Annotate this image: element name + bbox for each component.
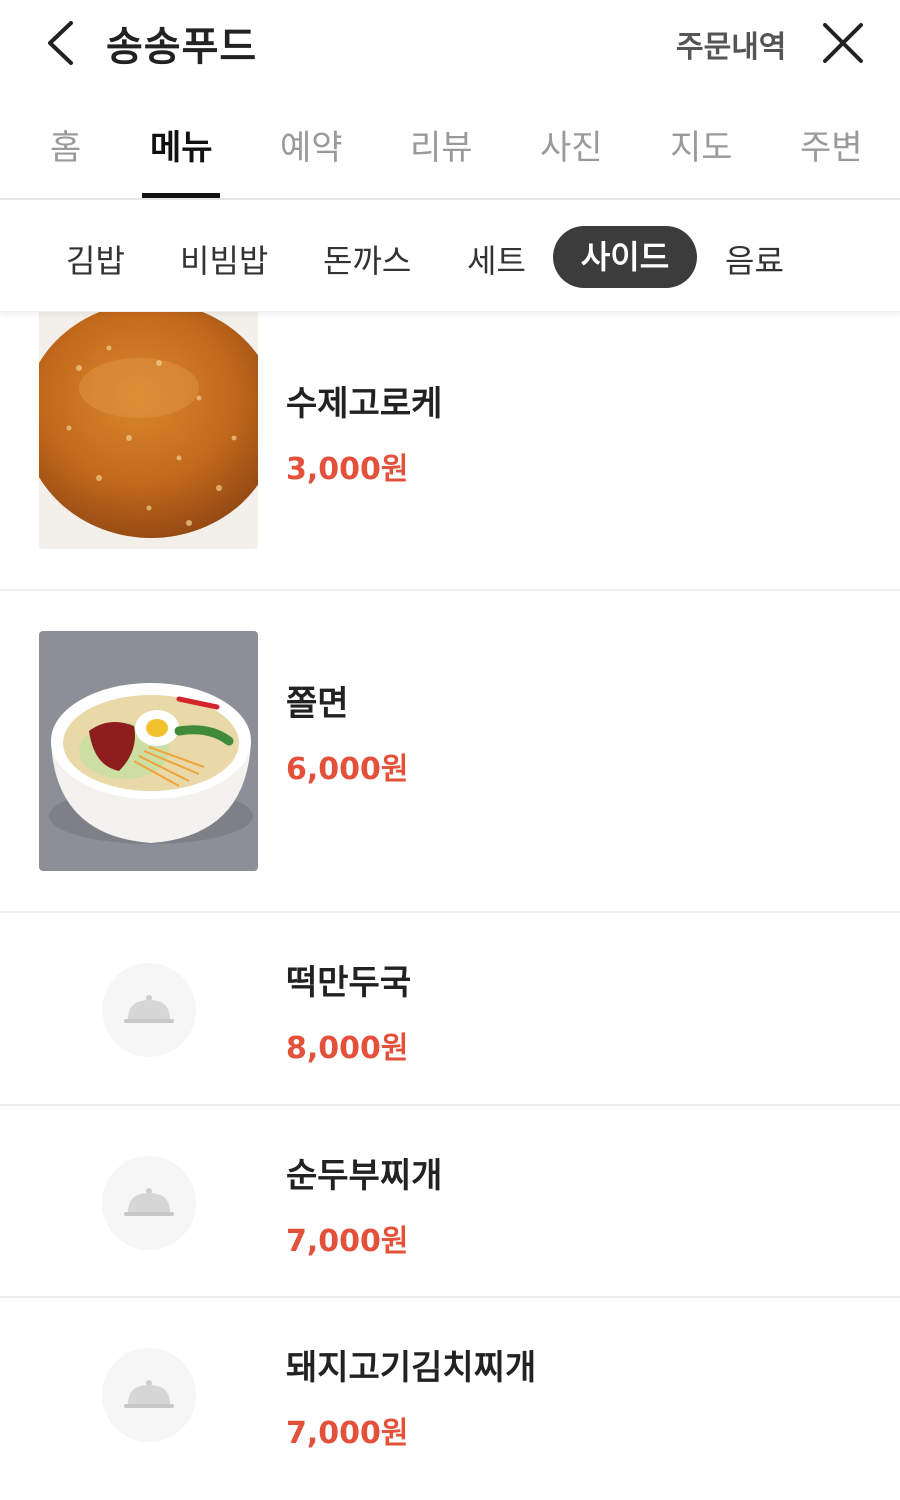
category-bar: 김밥 비빔밥 돈까스 세트 사이드 음료 — [0, 200, 900, 312]
category-side[interactable]: 사이드 — [553, 226, 697, 288]
jjolmyeon-photo — [39, 631, 258, 871]
menu-item-price: 3,000원 — [286, 452, 409, 487]
menu-item[interactable]: 쫄면 6,000원 — [0, 591, 900, 913]
order-history-link[interactable]: 주문내역 — [676, 22, 786, 66]
tab-reservation[interactable]: 예약 — [280, 120, 343, 169]
menu-item[interactable]: 순두부찌개 7,000원 — [0, 1106, 900, 1298]
tab-map[interactable]: 지도 — [670, 120, 733, 169]
tab-menu[interactable]: 메뉴 — [150, 120, 213, 169]
menu-item[interactable]: 수제고로케 3,000원 — [0, 308, 900, 591]
active-tab-indicator — [142, 193, 220, 198]
store-title: 송송푸드 — [106, 24, 258, 70]
menu-list: 수제고로케 3,000원 쫄면 6,000원 떡만두국 8,000원 순두부찌개… — [0, 308, 900, 1488]
tab-nearby[interactable]: 주변 — [800, 120, 863, 169]
cloche-placeholder-icon — [102, 1348, 196, 1442]
menu-item-price: 6,000원 — [286, 752, 409, 787]
cloche-placeholder-icon — [102, 1156, 196, 1250]
category-set[interactable]: 세트 — [467, 236, 526, 282]
category-donkatsu[interactable]: 돈까스 — [323, 236, 411, 282]
close-button[interactable] — [818, 18, 868, 68]
main-tabs: 홈 메뉴 예약 리뷰 사진 지도 주변 — [0, 98, 900, 200]
menu-item-price: 7,000원 — [286, 1416, 409, 1451]
chevron-left-icon — [48, 21, 73, 65]
close-icon — [823, 23, 863, 63]
menu-item[interactable]: 떡만두국 8,000원 — [0, 913, 900, 1106]
menu-item-name: 돼지고기김치찌개 — [286, 1348, 537, 1388]
menu-item-price: 7,000원 — [286, 1224, 409, 1259]
back-button[interactable] — [38, 18, 82, 68]
menu-item-price: 8,000원 — [286, 1031, 409, 1066]
category-gimbap[interactable]: 김밥 — [66, 236, 125, 282]
menu-item-name: 쫄면 — [286, 684, 349, 724]
croquette-photo — [39, 308, 258, 549]
menu-item-name: 수제고로케 — [286, 384, 443, 424]
category-drinks[interactable]: 음료 — [725, 236, 784, 282]
tab-home[interactable]: 홈 — [50, 120, 81, 169]
menu-item-name: 떡만두국 — [286, 963, 412, 1003]
menu-item-name: 순두부찌개 — [286, 1156, 443, 1196]
menu-item[interactable]: 돼지고기김치찌개 7,000원 — [0, 1298, 900, 1488]
cloche-placeholder-icon — [102, 963, 196, 1057]
tab-photos[interactable]: 사진 — [540, 120, 603, 169]
top-bar: 송송푸드 주문내역 — [0, 0, 900, 90]
category-bibimbap[interactable]: 비빔밥 — [180, 236, 268, 282]
tab-reviews[interactable]: 리뷰 — [410, 120, 473, 169]
